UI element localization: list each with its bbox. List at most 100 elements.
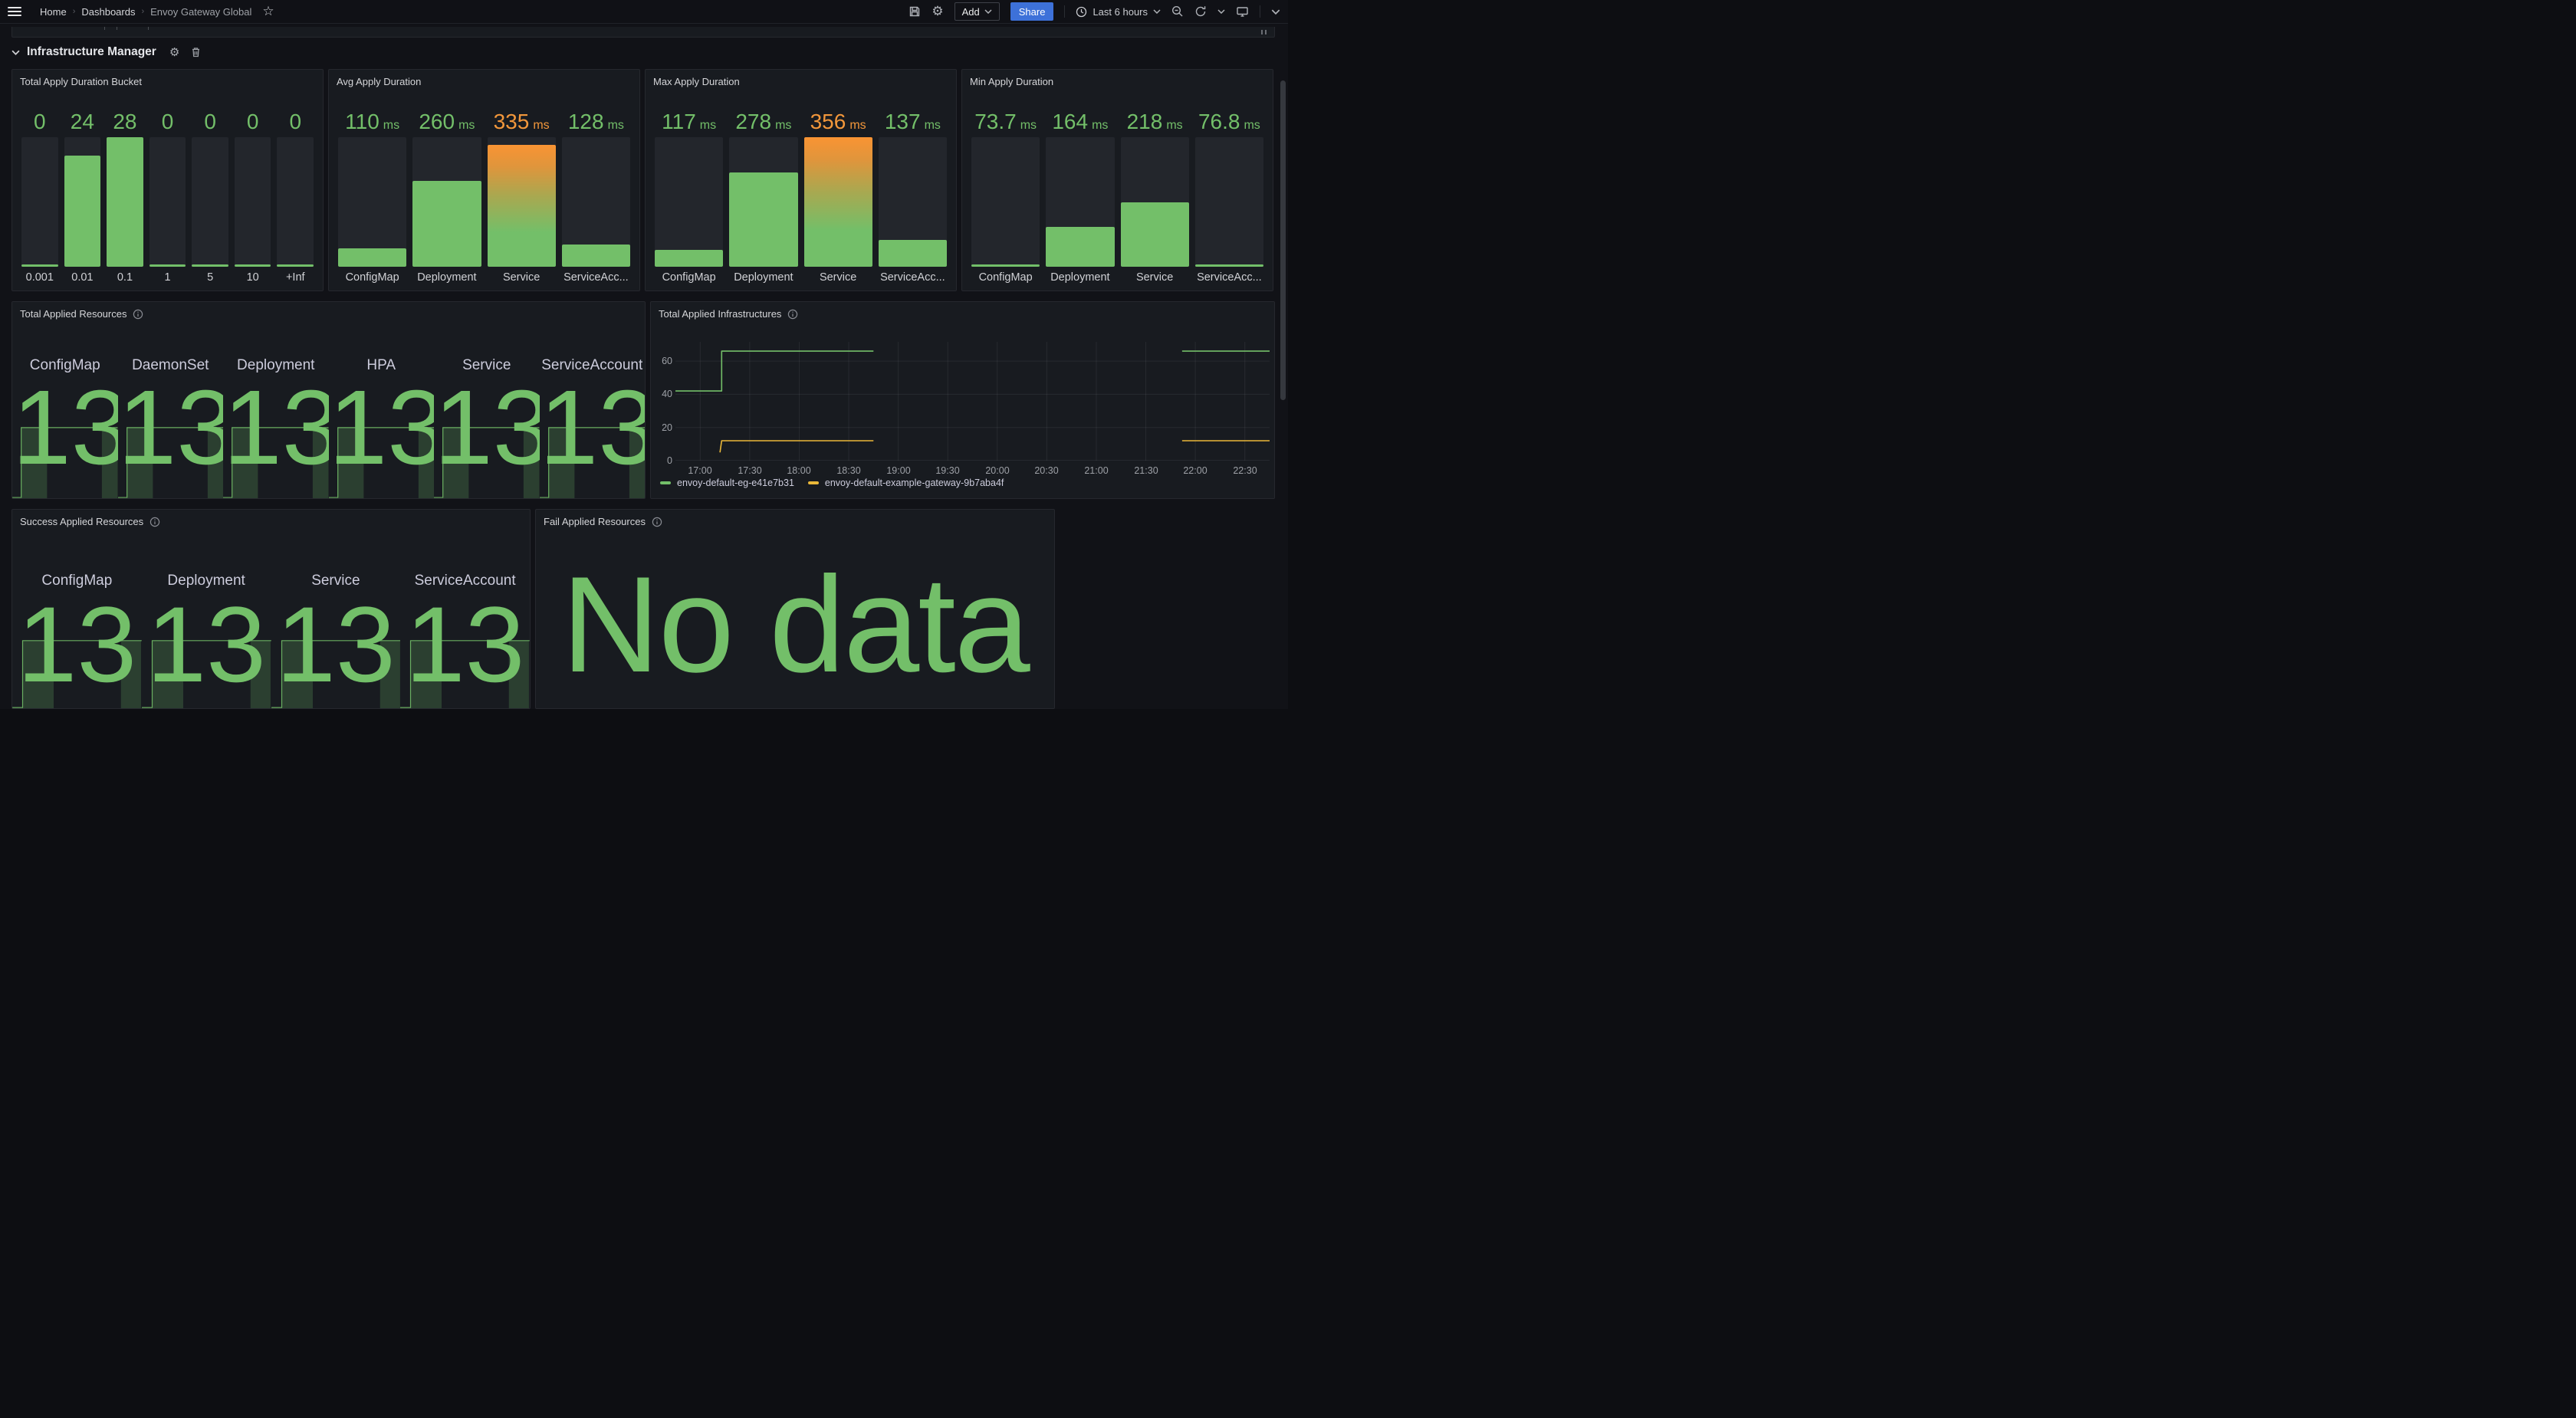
panel-title[interactable]: Max Apply Duration <box>646 70 956 87</box>
stats-row: ConfigMap13DaemonSet13Deployment13HPA13S… <box>12 302 645 498</box>
gauge-bar: 0+Inf <box>277 99 314 286</box>
chart-legend: envoy-default-eg-e41e7b31 envoy-default-e… <box>660 478 1004 488</box>
gauge-fill <box>1195 264 1263 267</box>
gauge-value: 164ms <box>1046 108 1114 136</box>
bar-gauge: 73.7msConfigMap164msDeployment218msServi… <box>971 99 1263 286</box>
chevron-down-icon[interactable] <box>12 50 20 55</box>
panel-total-applied-resources[interactable]: Total Applied Resources ConfigMap13Daemo… <box>12 301 646 499</box>
panel-title[interactable]: Total Applied Infrastructures <box>659 308 781 320</box>
add-button[interactable]: Add <box>955 2 1000 21</box>
gauge-track <box>150 137 186 267</box>
gauge-bar: 164msDeployment <box>1046 99 1114 286</box>
gauge-fill <box>107 137 143 267</box>
legend-color-swatch <box>660 481 671 484</box>
collapse-toolbar-chevron-icon[interactable] <box>1271 9 1280 15</box>
gauge-track <box>64 137 101 267</box>
gauge-fill <box>21 264 58 267</box>
page-scrollbar[interactable] <box>1280 80 1286 400</box>
panel-fail-applied-resources[interactable]: Fail Applied Resources No data <box>535 509 1055 709</box>
time-range-label: Last 6 hours <box>1092 6 1148 18</box>
panel-min-apply-duration[interactable]: Min Apply Duration 73.7msConfigMap164msD… <box>961 69 1273 291</box>
gauge-track <box>729 137 797 267</box>
stat: ConfigMap13 <box>12 510 142 708</box>
gauge-fill <box>879 240 947 267</box>
x-axis-tick: 18:00 <box>787 465 810 476</box>
x-axis-tick: 19:30 <box>935 465 959 476</box>
gauge-bar: 05 <box>192 99 228 286</box>
x-axis-tick: 21:30 <box>1134 465 1158 476</box>
gauge-label: ConfigMap <box>655 269 723 286</box>
gauge-fill <box>1046 227 1114 267</box>
gauge-fill <box>562 245 630 267</box>
zoom-out-icon[interactable] <box>1171 5 1184 18</box>
divider <box>1064 5 1065 18</box>
gauge-label: ServiceAcc... <box>879 269 947 286</box>
panel-success-applied-resources[interactable]: Success Applied Resources ConfigMap13Dep… <box>12 509 531 709</box>
star-icon[interactable]: ☆ <box>262 4 274 19</box>
time-range-picker[interactable]: Last 6 hours <box>1076 6 1161 18</box>
gauge-bar: 010 <box>235 99 271 286</box>
gauge-bar: 01 <box>150 99 186 286</box>
gauge-label: ConfigMap <box>338 269 406 286</box>
legend-item[interactable]: envoy-default-eg-e41e7b31 <box>660 478 794 488</box>
gauge-bar: 335msService <box>488 99 556 286</box>
panel-title[interactable]: Total Apply Duration Bucket <box>12 70 323 87</box>
chevron-right-icon: › <box>73 7 76 16</box>
info-icon[interactable] <box>787 309 798 320</box>
gauge-value: 110ms <box>338 108 406 136</box>
stat: ConfigMap13 <box>12 302 118 498</box>
gauge-value: 24 <box>64 108 101 136</box>
chart-plot-area[interactable] <box>675 342 1270 461</box>
section-trash-icon[interactable] <box>191 47 201 57</box>
panel-title[interactable]: Min Apply Duration <box>962 70 1273 87</box>
save-icon[interactable] <box>909 5 921 18</box>
gauge-label: Deployment <box>412 269 481 286</box>
gauge-label: 0.1 <box>107 269 143 286</box>
gauge-bar: 280.1 <box>107 99 143 286</box>
info-icon[interactable] <box>652 517 662 527</box>
refresh-icon[interactable] <box>1194 5 1207 18</box>
gauge-label: Service <box>488 269 556 286</box>
no-data-message: No data <box>536 540 1054 708</box>
gauge-label: Service <box>804 269 872 286</box>
panel-total-applied-infrastructures[interactable]: Total Applied Infrastructures 020406017:… <box>650 301 1275 499</box>
clock-icon <box>1076 6 1087 18</box>
gauge-bar: 218msService <box>1121 99 1189 286</box>
tv-mode-icon[interactable] <box>1236 5 1249 18</box>
chevron-down-icon <box>1153 9 1161 14</box>
stat-value: 13 <box>12 375 118 481</box>
legend-item[interactable]: envoy-default-example-gateway-9b7aba4f <box>808 478 1004 488</box>
panel-avg-apply-duration[interactable]: Avg Apply Duration 110msConfigMap260msDe… <box>328 69 640 291</box>
section-title[interactable]: Infrastructure Manager <box>27 45 156 59</box>
gauge-bar: 73.7msConfigMap <box>971 99 1040 286</box>
panel-title[interactable]: Fail Applied Resources <box>544 516 646 527</box>
breadcrumb-dashboards[interactable]: Dashboards <box>81 6 135 18</box>
stats-row: ConfigMap13Deployment13Service13ServiceA… <box>12 510 530 708</box>
breadcrumb-home[interactable]: Home <box>40 6 67 18</box>
gauge-track <box>412 137 481 267</box>
top-nav: Home › Dashboards › Envoy Gateway Global… <box>0 0 1288 24</box>
panel-total-apply-duration-bucket[interactable]: Total Apply Duration Bucket 00.001240.01… <box>12 69 324 291</box>
menu-icon[interactable] <box>8 7 21 16</box>
grafana-dashboard: Home › Dashboards › Envoy Gateway Global… <box>0 0 1288 709</box>
gauge-track <box>235 137 271 267</box>
share-button[interactable]: Share <box>1010 2 1054 21</box>
gauge-track <box>192 137 228 267</box>
x-axis-tick: 22:00 <box>1183 465 1207 476</box>
refresh-interval-chevron-icon[interactable] <box>1217 9 1225 14</box>
gauge-fill <box>729 172 797 267</box>
gear-icon[interactable]: ⚙ <box>932 4 943 19</box>
gauge-value: 137ms <box>879 108 947 136</box>
panel-title[interactable]: Avg Apply Duration <box>329 70 639 87</box>
gauge-label: ServiceAcc... <box>1195 269 1263 286</box>
y-axis-tick: 40 <box>652 389 672 399</box>
x-axis-tick: 17:30 <box>738 465 761 476</box>
gauge-fill <box>277 264 314 267</box>
stat-value: 13 <box>434 375 540 481</box>
section-gear-icon[interactable]: ⚙ <box>169 45 179 59</box>
panel-max-apply-duration[interactable]: Max Apply Duration 117msConfigMap278msDe… <box>645 69 957 291</box>
gauge-value: 0 <box>150 108 186 136</box>
gauge-value: 128ms <box>562 108 630 136</box>
y-axis-tick: 60 <box>652 356 672 366</box>
gauge-track <box>107 137 143 267</box>
